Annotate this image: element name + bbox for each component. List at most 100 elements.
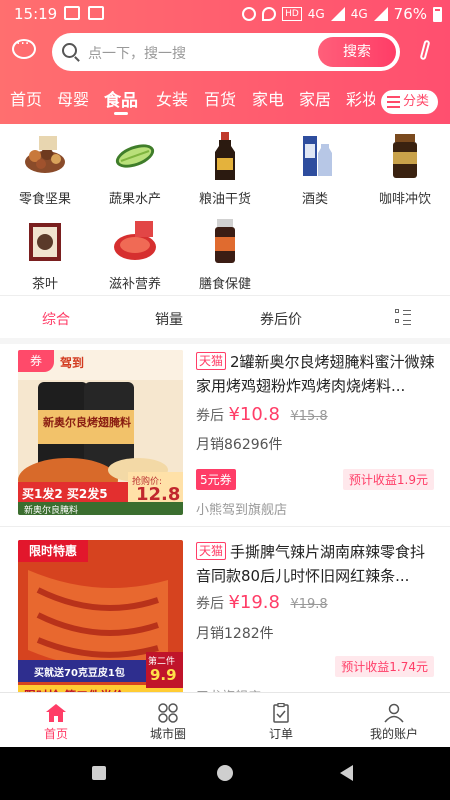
limited-sale-badge: 限时特惠 <box>18 540 88 562</box>
divider <box>0 295 450 296</box>
nav-label: 我的账户 <box>369 727 418 741</box>
subcategory-label: 茶叶 <box>31 277 58 292</box>
alarm-icon <box>242 7 257 21</box>
product-title[interactable]: 天猫 手撕脾气辣片湖南麻辣零食抖音同款80后儿时怀旧网红辣条... <box>196 540 436 588</box>
tab-home[interactable]: 首页 <box>10 86 42 110</box>
product-title-text: 2罐新奥尔良烤翅腌料蜜汁微辣家用烤鸡翅粉炸鸡烤肉烧烤料... <box>196 353 435 395</box>
tab-womens[interactable]: 女装 <box>156 86 188 110</box>
location-icon <box>262 7 277 21</box>
system-navigation-bar <box>0 747 450 800</box>
subcategory-supplements[interactable]: 膳食保健 <box>180 215 270 292</box>
subcategory-liquor[interactable]: 酒类 <box>270 130 360 207</box>
cucumber-icon <box>109 130 161 182</box>
subcategory-grain-oil[interactable]: 粮油干货 <box>180 130 270 207</box>
estimated-profit-tag: 预计收益1.74元 <box>335 656 434 677</box>
subcategory-label: 零食坚果 <box>18 192 71 207</box>
coffee-jar-icon <box>379 130 431 182</box>
subcategory-label: 咖啡冲饮 <box>378 192 431 207</box>
subcategory-tea[interactable]: 茶叶 <box>0 215 90 292</box>
product-image[interactable]: 券 驾到 新奥尔良烤翅腌料 买1发2 买2发5 新奥尔良腌料 抢购价: 12.8 <box>18 350 183 515</box>
brand-text: 驾到 <box>60 356 85 370</box>
back-triangle-icon[interactable] <box>340 765 353 781</box>
original-price: ¥15.8 <box>290 409 328 424</box>
tab-cosmetics[interactable]: 彩妆 <box>346 86 375 110</box>
price-row: 券后 ¥10.8 ¥15.8 <box>196 404 328 425</box>
estimated-profit-tag: 预计收益1.9元 <box>342 469 434 490</box>
subcategory-snacks[interactable]: 零食坚果 <box>0 130 90 207</box>
search-button[interactable]: 搜索 <box>318 37 396 67</box>
subcategory-label: 膳食保健 <box>198 277 251 292</box>
tab-baby[interactable]: 母婴 <box>57 86 89 110</box>
recent-apps-icon[interactable] <box>92 766 106 780</box>
product-title[interactable]: 天猫 2罐新奥尔良烤翅腌料蜜汁微辣家用烤鸡翅粉炸鸡烤肉烧烤料... <box>196 350 436 398</box>
price-row: 券后 ¥19.8 ¥19.8 <box>196 592 328 613</box>
search-bar[interactable]: 点一下，搜一搜 搜索 <box>52 33 400 71</box>
subcategory-nutrition[interactable]: 滋补营养 <box>90 215 180 292</box>
shop-name[interactable]: 小熊驾到旗舰店 <box>196 499 287 518</box>
sort-comprehensive[interactable]: 综合 <box>42 309 70 329</box>
coupon-corner-badge: 券 <box>18 350 54 372</box>
nav-label: 订单 <box>268 727 293 741</box>
nutrition-icon <box>109 215 161 267</box>
category-button-label: 分类 <box>403 94 430 109</box>
subcategory-label: 滋补营养 <box>108 277 161 292</box>
tmall-tag: 天猫 <box>196 352 227 370</box>
status-bar: 15:19 HD 4G 4G 76% <box>0 0 450 28</box>
message-icon[interactable] <box>12 36 36 59</box>
subcategory-label: 酒类 <box>301 192 328 207</box>
active-tab-indicator <box>114 112 128 115</box>
subcategory-produce[interactable]: 蔬果水产 <box>90 130 180 207</box>
product-card[interactable]: 券 驾到 新奥尔良烤翅腌料 买1发2 买2发5 新奥尔良腌料 抢购价: 12.8… <box>0 350 450 540</box>
original-price: ¥19.8 <box>290 597 328 612</box>
mail-notification-icon <box>88 6 104 20</box>
subcategory-label: 粮油干货 <box>198 192 251 207</box>
second-item-price: 9.9 <box>150 666 177 684</box>
search-icon <box>62 43 77 58</box>
city-circle-icon <box>157 703 179 723</box>
soy-sauce-icon <box>199 130 251 182</box>
tab-appliances[interactable]: 家电 <box>252 86 284 110</box>
nav-orders[interactable]: 订单 <box>225 693 337 748</box>
tab-food[interactable]: 食品 <box>104 86 138 111</box>
subcategory-label: 蔬果水产 <box>108 192 161 207</box>
hd-indicator: HD <box>282 7 302 21</box>
menu-icon <box>387 96 400 108</box>
battery-icon <box>433 6 442 22</box>
battery-percent: 76% <box>393 5 427 23</box>
home-circle-icon[interactable] <box>217 765 233 781</box>
status-right-icons: HD 4G 4G 76% <box>242 5 442 23</box>
signal-1-icon <box>330 7 345 21</box>
nav-city-circle[interactable]: 城市圈 <box>112 693 224 748</box>
nav-label: 城市圈 <box>149 727 186 741</box>
product-image[interactable]: 限时特惠 买就送70克豆皮1包 第二件 9.9 限时抢 第二件半价 <box>18 540 183 705</box>
list-layout-icon[interactable] <box>395 309 411 325</box>
network-type-1: 4G <box>307 7 325 21</box>
jar-label: 新奥尔良烤翅腌料 <box>43 416 131 429</box>
nuts-icon <box>19 130 71 182</box>
notification-icons <box>64 6 104 20</box>
divider <box>0 526 450 527</box>
gallery-notification-icon <box>64 6 80 20</box>
price-prefix: 券后 <box>196 596 224 612</box>
sort-sales[interactable]: 销量 <box>155 309 183 329</box>
sort-price-after-coupon[interactable]: 券后价 <box>260 309 302 329</box>
search-input[interactable]: 点一下，搜一搜 <box>88 43 186 63</box>
liquor-icon <box>289 130 341 182</box>
coupon-tag[interactable]: 5元券 <box>196 469 236 490</box>
bottom-navigation: 首页 城市圈 订单 我的账户 <box>0 692 450 747</box>
subcategory-coffee[interactable]: 咖啡冲饮 <box>360 130 450 207</box>
price-prefix: 券后 <box>196 408 224 424</box>
status-time: 15:19 <box>14 5 58 23</box>
nav-label: 首页 <box>43 727 68 741</box>
image-price: 12.8 <box>136 484 181 505</box>
account-user-icon <box>383 703 405 723</box>
price-value: ¥10.8 <box>228 404 280 425</box>
tab-home-goods[interactable]: 家居 <box>299 86 331 110</box>
category-button[interactable]: 分类 <box>381 90 438 114</box>
nav-account[interactable]: 我的账户 <box>338 693 450 748</box>
signal-2-icon <box>373 7 388 21</box>
tab-general[interactable]: 百货 <box>204 86 236 110</box>
image-sub-text: 新奥尔良腌料 <box>24 506 79 515</box>
nav-home[interactable]: 首页 <box>0 693 112 748</box>
section-gap <box>0 338 450 344</box>
